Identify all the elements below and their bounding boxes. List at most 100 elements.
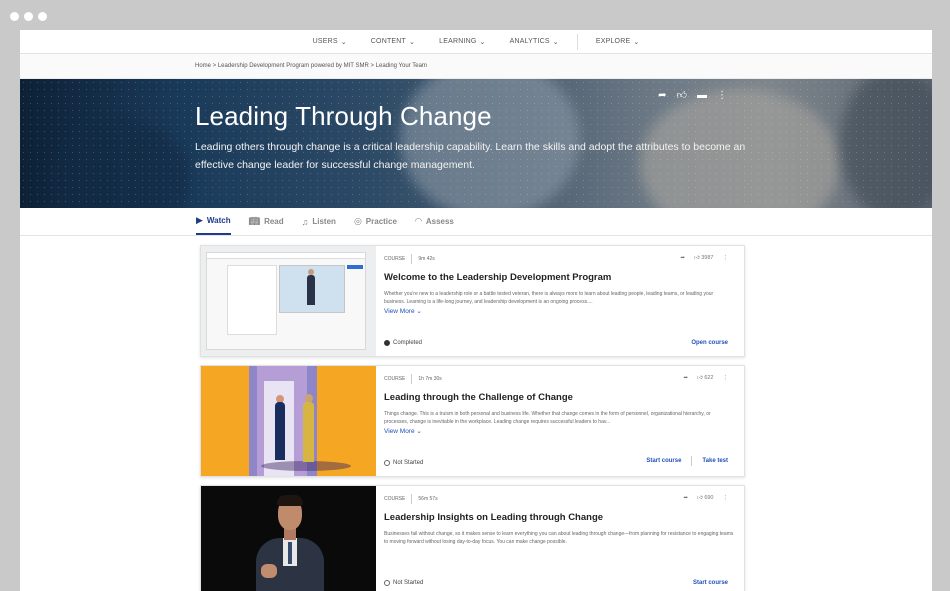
nav-analytics[interactable]: ANALYTICS ⌄ — [498, 38, 571, 46]
course-description: Whether you're new to a leadership role … — [384, 291, 714, 305]
status-label: Not Started — [393, 580, 424, 586]
course-description: Businesses fail without change, so it ma… — [384, 531, 734, 545]
course-actions: Open course — [691, 340, 728, 346]
more-options-icon[interactable]: ⋮ — [723, 495, 729, 501]
view-more-link[interactable]: View More ⌄ — [384, 307, 734, 315]
page-title: Leading Through Change — [195, 101, 492, 131]
thumbs-up-icon[interactable]: 👍︎ — [677, 89, 687, 101]
tab-assess-label: Assess — [425, 217, 454, 226]
tab-listen[interactable]: ♫ Listen — [302, 208, 336, 235]
open-course-button[interactable]: Open course — [691, 340, 728, 346]
likes[interactable]: 👍︎ 622 — [697, 375, 713, 381]
empty-circle-icon — [384, 580, 390, 586]
likes-count: 690 — [704, 495, 714, 501]
course-thumbnail[interactable] — [201, 366, 376, 476]
nav-users-label: USERS — [312, 38, 338, 45]
nav-analytics-label: ANALYTICS — [509, 38, 550, 45]
course-actions: Start course — [693, 580, 728, 586]
chevron-down-icon: ⌄ — [552, 38, 559, 46]
more-options-icon[interactable]: ⋮ — [723, 375, 729, 381]
more-options-icon[interactable]: ⋮ — [723, 255, 729, 261]
course-title[interactable]: Leading through the Challenge of Change — [384, 392, 734, 403]
video-icon: ▶ — [196, 215, 203, 225]
likes[interactable]: 👍︎ 690 — [697, 495, 713, 501]
book-icon: 📖︎ — [248, 216, 261, 226]
likes-count: 3987 — [701, 255, 714, 261]
status-label: Completed — [393, 340, 423, 346]
course-type: COURSE — [384, 496, 406, 502]
view-more-link[interactable]: View More ⌄ — [384, 427, 734, 435]
status-badge: Not Started — [384, 460, 423, 466]
view-more-label: View More — [384, 428, 415, 435]
hero-actions: ➦ 👍︎ ▬ ⋮ — [658, 89, 727, 102]
more-options-icon[interactable]: ⋮ — [717, 90, 727, 101]
tab-listen-label: Listen — [312, 217, 336, 226]
illustration-person — [303, 402, 314, 462]
content-tabs: ▶ Watch 📖︎ Read ♫ Listen ◎ Practice ◠ Assess — [20, 208, 932, 236]
take-test-button[interactable]: Take test — [702, 458, 728, 464]
course-card[interactable]: COURSE 1h 7m 30s ➦ 👍︎ 622 ⋮ Leading thro… — [200, 365, 745, 477]
course-title[interactable]: Welcome to the Leadership Development Pr… — [384, 272, 734, 283]
start-course-button[interactable]: Start course — [646, 458, 681, 464]
share-icon[interactable]: ➦ — [683, 375, 688, 381]
tab-read[interactable]: 📖︎ Read — [249, 208, 284, 235]
thumbnail-presenter — [307, 275, 315, 305]
breadcrumb-text[interactable]: Home > Leadership Development Program po… — [195, 63, 427, 69]
check-circle-icon — [384, 340, 390, 346]
chevron-down-icon: ⌄ — [633, 38, 640, 46]
top-navigation: USERS ⌄ CONTENT ⌄ LEARNING ⌄ ANALYTICS ⌄ EXP… — [20, 30, 932, 54]
course-thumbnail[interactable] — [201, 246, 376, 356]
course-card-actions: ➦ 👍︎ 690 ⋮ — [683, 495, 728, 501]
share-icon[interactable]: ➦ — [658, 90, 666, 101]
nav-learning-label: LEARNING — [439, 38, 477, 45]
chevron-down-icon: ⌄ — [416, 308, 422, 315]
minimize-window-dot[interactable] — [24, 12, 33, 21]
app-window: USERS ⌄ CONTENT ⌄ LEARNING ⌄ ANALYTICS ⌄ EXP… — [20, 30, 932, 591]
nav-explore[interactable]: EXPLORE ⌄ — [584, 38, 652, 46]
nav-users[interactable]: USERS ⌄ — [301, 38, 359, 46]
thumbnail-sidebar — [227, 265, 277, 335]
start-course-button[interactable]: Start course — [693, 580, 728, 586]
presenter-hand — [261, 564, 277, 578]
nav-content-label: CONTENT — [370, 38, 407, 45]
tab-read-label: Read — [264, 217, 284, 226]
course-card[interactable]: COURSE 9m 42s ➦ 👍︎ 3987 ⋮ Welcome to the… — [200, 245, 745, 357]
tab-practice-label: Practice — [365, 217, 397, 226]
page-description: Leading others through change is a criti… — [195, 141, 746, 171]
course-thumbnail[interactable] — [201, 486, 376, 591]
tab-watch[interactable]: ▶ Watch — [196, 208, 231, 235]
likes[interactable]: 👍︎ 3987 — [694, 255, 714, 261]
nav-content[interactable]: CONTENT ⌄ — [359, 38, 427, 46]
tab-practice[interactable]: ◎ Practice — [354, 208, 397, 235]
course-card-actions: ➦ 👍︎ 3987 ⋮ — [680, 255, 728, 261]
breadcrumb[interactable]: Home > Leadership Development Program po… — [20, 54, 932, 79]
course-card[interactable]: COURSE 56m 57s ➦ 👍︎ 690 ⋮ Leadership Ins… — [200, 485, 745, 591]
course-duration: 1h 7m 30s — [418, 376, 442, 382]
tab-watch-label: Watch — [206, 216, 231, 225]
maximize-window-dot[interactable] — [38, 12, 47, 21]
likes-count: 622 — [704, 375, 714, 381]
browser-chrome — [0, 0, 950, 30]
illustration-shadow — [261, 461, 351, 471]
status-label: Not Started — [393, 460, 424, 466]
presenter-tie — [288, 542, 292, 564]
bookmark-icon[interactable]: ▬ — [697, 90, 707, 101]
chevron-down-icon: ⌄ — [340, 38, 347, 46]
meta-divider — [411, 494, 413, 504]
course-title[interactable]: Leadership Insights on Leading through C… — [384, 512, 734, 523]
meta-divider — [411, 254, 413, 264]
action-divider — [691, 456, 693, 466]
share-icon[interactable]: ➦ — [680, 255, 685, 261]
nav-learning[interactable]: LEARNING ⌄ — [427, 38, 497, 46]
course-meta: COURSE 1h 7m 30s — [384, 374, 734, 384]
thumbs-up-icon: 👍︎ — [697, 375, 703, 381]
thumbs-up-icon: 👍︎ — [693, 255, 700, 261]
headphones-icon: ♫ — [301, 216, 309, 227]
meta-divider — [411, 374, 413, 384]
share-icon[interactable]: ➦ — [683, 495, 688, 501]
course-info: COURSE 9m 42s ➦ 👍︎ 3987 ⋮ Welcome to the… — [376, 246, 744, 356]
empty-circle-icon — [384, 460, 390, 466]
close-window-dot[interactable] — [10, 12, 19, 21]
nav-divider — [576, 33, 578, 50]
tab-assess[interactable]: ◠ Assess — [415, 208, 454, 235]
